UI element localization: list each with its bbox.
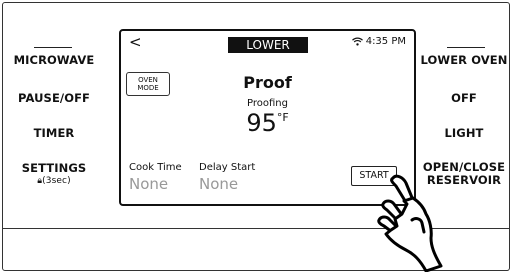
delay-start-value[interactable]: None xyxy=(199,175,238,193)
back-button[interactable]: < xyxy=(129,33,142,51)
wifi-icon xyxy=(351,37,363,46)
mode-title: Proof xyxy=(243,73,292,92)
delay-start-label: Delay Start xyxy=(199,162,256,173)
settings-hint-text: (3sec) xyxy=(42,176,71,186)
lower-oven-indicator-line xyxy=(447,47,485,48)
light-button[interactable]: LIGHT xyxy=(418,126,510,140)
touch-screen: < LOWER 4:35 PM OVEN MODE Proof Proofing… xyxy=(119,29,416,206)
temperature-unit: °F xyxy=(276,111,289,124)
status-bar: 4:35 PM xyxy=(351,36,406,47)
mode-subtitle: Proofing xyxy=(247,98,288,109)
oven-tab: LOWER xyxy=(228,37,308,53)
microwave-button[interactable]: MICROWAVE xyxy=(8,53,100,67)
temperature-value: 95 xyxy=(246,109,277,137)
timer-button[interactable]: TIMER xyxy=(8,126,100,140)
settings-label: SETTINGS xyxy=(21,161,87,175)
settings-button[interactable]: SETTINGS 🔒︎(3sec) xyxy=(8,161,100,186)
microwave-indicator-line xyxy=(34,47,72,48)
settings-hint: 🔒︎(3sec) xyxy=(8,176,100,186)
temperature-display[interactable]: 95°F xyxy=(121,109,414,137)
pause-off-button[interactable]: PAUSE/OFF xyxy=(8,91,100,105)
clock: 4:35 PM xyxy=(365,36,406,47)
cook-time-label: Cook Time xyxy=(129,162,182,173)
lower-oven-button[interactable]: LOWER OVEN xyxy=(418,53,510,67)
pointing-hand-icon xyxy=(377,174,443,272)
cook-time-value[interactable]: None xyxy=(129,175,168,193)
off-button[interactable]: OFF xyxy=(418,91,510,105)
